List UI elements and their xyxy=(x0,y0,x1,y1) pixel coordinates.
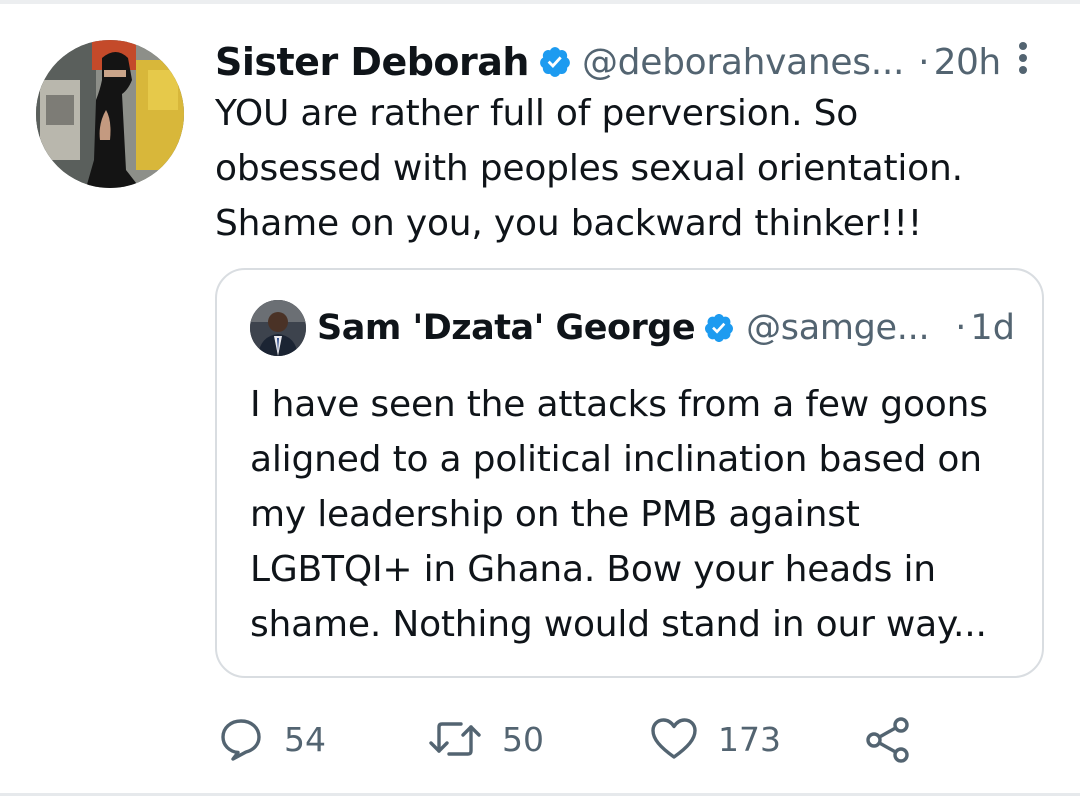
author-avatar-image xyxy=(36,40,184,188)
share-icon xyxy=(866,717,909,763)
quoted-author-avatar[interactable] xyxy=(250,300,306,356)
author-name[interactable]: Sister Deborah xyxy=(215,40,529,84)
share-button[interactable] xyxy=(864,717,912,763)
verified-badge-icon xyxy=(538,45,572,79)
top-divider xyxy=(0,0,1080,4)
tweet-timestamp[interactable]: 20h xyxy=(934,42,1002,83)
quoted-author-avatar-image xyxy=(250,300,306,356)
reply-bubble-icon xyxy=(221,719,261,761)
retweet-icon xyxy=(429,722,481,756)
quoted-tweet-header: Sam 'Dzata' George @samge... · 1d xyxy=(317,300,1015,356)
retweet-count: 50 xyxy=(502,719,544,759)
quoted-author-handle[interactable]: @samge... xyxy=(746,308,930,348)
quoted-header-separator: · xyxy=(955,308,967,348)
heart-icon xyxy=(651,718,697,759)
more-vertical-icon[interactable] xyxy=(1006,38,1040,78)
reply-count: 54 xyxy=(284,719,326,759)
retweet-button[interactable]: 50 xyxy=(428,718,544,760)
reply-button[interactable]: 54 xyxy=(218,716,326,762)
like-count: 173 xyxy=(718,719,781,759)
like-button[interactable]: 173 xyxy=(650,717,781,761)
quoted-tweet-timestamp[interactable]: 1d xyxy=(970,308,1015,348)
author-handle[interactable]: @deborahvanes... xyxy=(582,42,904,83)
author-avatar[interactable] xyxy=(36,40,184,188)
bottom-divider xyxy=(0,793,1080,796)
verified-badge-icon xyxy=(703,312,735,344)
quoted-author-name[interactable]: Sam 'Dzata' George xyxy=(317,308,696,348)
tweet-text: YOU are rather full of perversion. So ob… xyxy=(215,93,963,244)
header-separator: · xyxy=(918,41,930,83)
tweet-header: Sister Deborah @deborahvanes... · 20h xyxy=(215,36,1001,88)
quoted-tweet-text: I have seen the attacks from a few goons… xyxy=(250,384,988,645)
tweet-action-bar: 54 50 173 xyxy=(0,712,1080,768)
quoted-tweet-card[interactable]: Sam 'Dzata' George @samge... · 1d I have… xyxy=(215,268,1044,678)
